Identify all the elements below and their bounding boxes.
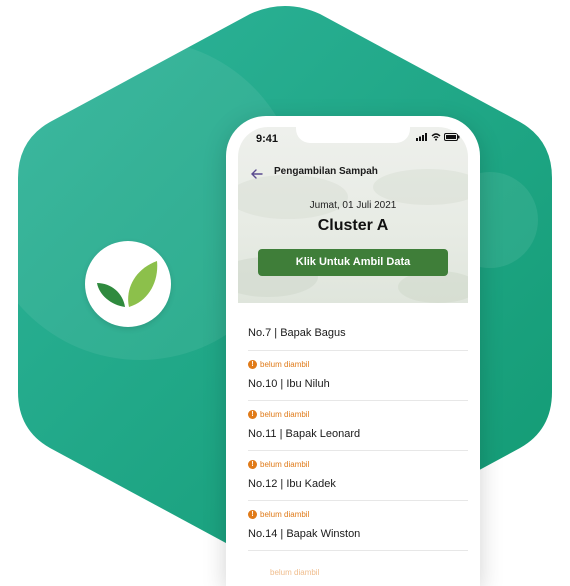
header-background — [238, 127, 468, 303]
alert-icon: ! — [248, 360, 257, 369]
app-logo-badge — [85, 241, 171, 327]
status-text: belum diambil — [260, 510, 310, 519]
alert-icon: ! — [248, 510, 257, 519]
signal-icon — [416, 133, 427, 141]
household-name: No.7 | Bapak Bagus — [248, 327, 346, 339]
status-text: belum diambil — [260, 360, 310, 369]
leaf-logo-icon — [97, 261, 158, 307]
wifi-icon — [431, 133, 441, 141]
status-badge: ! belum diambil — [248, 410, 309, 419]
list-item[interactable]: ! belum diambil No.12 | Ibu Kadek — [248, 451, 468, 501]
status-text: belum diambil — [260, 460, 310, 469]
list-item[interactable]: ! belum diambil No.10 | Ibu Niluh — [248, 351, 468, 401]
cluster-name: Cluster A — [317, 217, 389, 234]
list-item[interactable]: No.7 | Bapak Bagus — [248, 313, 468, 351]
battery-icon — [444, 133, 460, 141]
phone-screen: 9:41 Pengambilan Sampah Jumat, 01 Juli 2… — [238, 127, 468, 586]
arrow-left-icon[interactable] — [250, 167, 264, 181]
household-list: No.7 | Bapak Bagus ! belum diambil No.10… — [238, 313, 468, 551]
status-badge: ! belum diambil — [248, 360, 309, 369]
status-badge: ! belum diambil — [248, 460, 309, 469]
status-icons — [416, 133, 460, 141]
list-item[interactable]: ! belum diambil No.14 | Bapak Winston — [248, 501, 468, 551]
take-data-button[interactable]: Klik Untuk Ambil Data — [258, 249, 448, 276]
phone-notch — [296, 127, 410, 143]
household-name: No.14 | Bapak Winston — [248, 528, 361, 540]
alert-icon: ! — [248, 410, 257, 419]
household-name: No.11 | Bapak Leonard — [248, 428, 361, 440]
list-item[interactable]: ! belum diambil No.11 | Bapak Leonard — [248, 401, 468, 451]
leaf-pattern-decoration — [238, 169, 468, 303]
next-item-status-peek: belum diambil — [270, 568, 320, 577]
status-badge: ! belum diambil — [248, 510, 309, 519]
phone-mockup: 9:41 Pengambilan Sampah Jumat, 01 Juli 2… — [226, 116, 480, 586]
page-title: Pengambilan Sampah — [274, 166, 378, 177]
status-text: belum diambil — [260, 410, 310, 419]
pickup-date: Jumat, 01 Juli 2021 — [309, 200, 397, 211]
alert-icon: ! — [248, 460, 257, 469]
household-name: No.12 | Ibu Kadek — [248, 478, 336, 490]
household-name: No.10 | Ibu Niluh — [248, 378, 330, 390]
status-time: 9:41 — [256, 133, 279, 145]
promo-canvas: 9:41 Pengambilan Sampah Jumat, 01 Juli 2… — [0, 0, 570, 586]
